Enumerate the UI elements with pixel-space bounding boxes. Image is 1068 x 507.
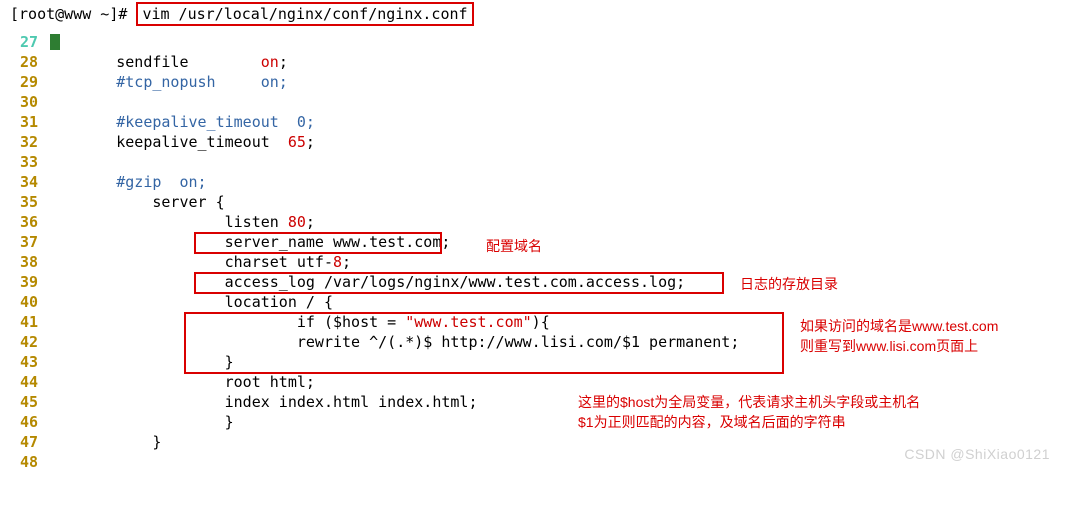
code-line: if ($host = "www.test.com"){ <box>44 312 550 332</box>
line-number: 41 <box>0 312 44 332</box>
code-line: sendfile on; <box>44 52 288 72</box>
line-number: 45 <box>0 392 44 412</box>
code-line: access_log /var/logs/nginx/www.test.com.… <box>44 272 685 292</box>
code-line: rewrite ^/(.*)$ http://www.lisi.com/$1 p… <box>44 332 739 352</box>
code-line-comment: #gzip on; <box>44 172 207 192</box>
code-line: server_name www.test.com; <box>44 232 450 252</box>
code-line: charset utf-8; <box>44 252 351 272</box>
annotation-host-1: 这里的$host为全局变量，代表请求主机头字段或主机名 <box>578 392 920 412</box>
code-line: root html; <box>44 372 315 392</box>
line-number: 30 <box>0 92 44 112</box>
annotation-rewrite-1: 如果访问的域名是www.test.com <box>800 316 998 336</box>
line-number: 34 <box>0 172 44 192</box>
line-number: 28 <box>0 52 44 72</box>
annotation-rewrite-2: 则重写到www.lisi.com页面上 <box>800 336 978 356</box>
line-number: 33 <box>0 152 44 172</box>
code-line-comment: #tcp_nopush on; <box>44 72 288 92</box>
line-number: 37 <box>0 232 44 252</box>
line-number: 32 <box>0 132 44 152</box>
watermark: CSDN @ShiXiao0121 <box>904 444 1050 464</box>
line-number: 40 <box>0 292 44 312</box>
line-number: 36 <box>0 212 44 232</box>
line-number: 38 <box>0 252 44 272</box>
line-number: 43 <box>0 352 44 372</box>
shell-prompt-line: [root@www ~]# vim /usr/local/nginx/conf/… <box>0 0 1068 32</box>
code-line: } <box>44 432 161 452</box>
code-line: location / { <box>44 292 333 312</box>
annotation-domain: 配置域名 <box>486 236 542 256</box>
code-line: index index.html index.html; <box>44 392 477 412</box>
annotation-host-2: $1为正则匹配的内容，及域名后面的字符串 <box>578 412 846 432</box>
line-number: 44 <box>0 372 44 392</box>
line-number: 29 <box>0 72 44 92</box>
line-number: 27 <box>0 32 44 52</box>
code-line-comment: #keepalive_timeout 0; <box>44 112 315 132</box>
code-line: server { <box>44 192 225 212</box>
line-number: 39 <box>0 272 44 292</box>
shell-prompt: [root@www ~]# <box>10 5 136 23</box>
vim-cursor <box>50 34 60 50</box>
shell-command-box: vim /usr/local/nginx/conf/nginx.conf <box>136 2 473 26</box>
line-number: 47 <box>0 432 44 452</box>
code-line: keepalive_timeout 65; <box>44 132 315 152</box>
code-line: listen 80; <box>44 212 315 232</box>
line-number: 48 <box>0 452 44 472</box>
line-number: 31 <box>0 112 44 132</box>
code-line: } <box>44 352 234 372</box>
line-number: 42 <box>0 332 44 352</box>
annotation-logdir: 日志的存放目录 <box>740 274 838 294</box>
code-area: 27 28 sendfile on; 29 #tcp_nopush on; 30… <box>0 32 1068 472</box>
line-number: 35 <box>0 192 44 212</box>
shell-command: vim /usr/local/nginx/conf/nginx.conf <box>142 5 467 23</box>
code-line: } <box>44 412 234 432</box>
line-number: 46 <box>0 412 44 432</box>
